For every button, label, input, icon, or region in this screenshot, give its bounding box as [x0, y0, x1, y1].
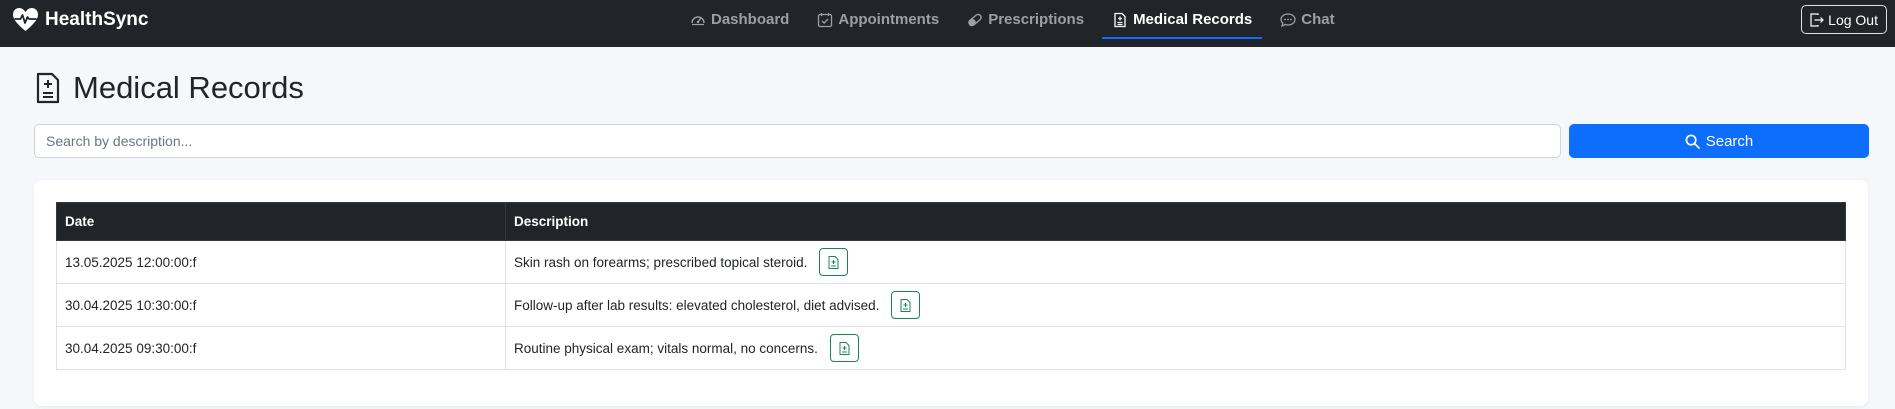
top-navbar: HealthSync Dashboard Appointments Prescr…	[0, 0, 1895, 47]
nav-label: Appointments	[838, 11, 940, 28]
nav-item-chat[interactable]: Chat	[1270, 0, 1344, 39]
record-date: 13.05.2025 12:00:00:f	[56, 240, 506, 284]
capsule-icon	[968, 13, 982, 26]
nav-item-medical-records[interactable]: Medical Records	[1102, 0, 1263, 39]
nav-item-dashboard[interactable]: Dashboard	[680, 0, 799, 39]
page-title: Medical Records	[73, 70, 304, 105]
record-date: 30.04.2025 10:30:00:f	[56, 283, 506, 327]
nav-label: Chat	[1301, 11, 1335, 28]
records-card: Date Description 13.05.2025 12:00:00:f S…	[34, 180, 1868, 406]
view-document-button[interactable]	[829, 334, 859, 362]
nav-label: Medical Records	[1133, 11, 1253, 28]
page-header: Medical Records	[35, 70, 304, 106]
table-row: 13.05.2025 12:00:00:f Skin rash on forea…	[56, 240, 1846, 284]
record-description: Skin rash on forearms; prescribed topica…	[514, 254, 808, 270]
brand[interactable]: HealthSync	[12, 0, 148, 39]
logout-label: Log Out	[1828, 11, 1878, 28]
records-table: Date Description 13.05.2025 12:00:00:f S…	[56, 202, 1846, 370]
heart-pulse-icon	[13, 8, 38, 31]
nav-label: Prescriptions	[988, 11, 1085, 28]
search-button[interactable]: Search	[1569, 124, 1869, 158]
file-medical-icon	[36, 72, 60, 104]
nav-label: Dashboard	[711, 11, 790, 28]
table-row: 30.04.2025 09:30:00:f Routine physical e…	[56, 326, 1846, 370]
search-input[interactable]	[34, 124, 1561, 158]
calendar-check-icon	[818, 12, 833, 27]
record-description-cell: Skin rash on forearms; prescribed topica…	[505, 240, 1846, 284]
file-medical-icon	[900, 298, 911, 312]
logout-button[interactable]: Log Out	[1801, 5, 1887, 34]
file-medical-icon	[828, 255, 839, 269]
record-description-cell: Routine physical exam; vitals normal, no…	[505, 326, 1846, 370]
search-icon	[1685, 134, 1700, 149]
record-description: Routine physical exam; vitals normal, no…	[514, 340, 818, 356]
nav-item-appointments[interactable]: Appointments	[807, 0, 949, 39]
record-date: 30.04.2025 09:30:00:f	[56, 326, 506, 370]
chat-dots-icon	[1280, 12, 1296, 27]
brand-label: HealthSync	[45, 8, 149, 30]
view-document-button[interactable]	[891, 291, 921, 319]
search-bar: Search	[34, 124, 1869, 158]
table-header-row: Date Description	[56, 202, 1846, 241]
speedometer-icon	[691, 15, 705, 25]
file-medical-icon	[839, 341, 850, 355]
table-row: 30.04.2025 10:30:00:f Follow-up after la…	[56, 283, 1846, 327]
record-description: Follow-up after lab results: elevated ch…	[514, 297, 880, 313]
file-medical-icon	[1114, 12, 1126, 27]
record-description-cell: Follow-up after lab results: elevated ch…	[505, 283, 1846, 327]
column-header-date: Date	[56, 202, 506, 241]
nav-item-prescriptions[interactable]: Prescriptions	[957, 0, 1094, 39]
search-button-label: Search	[1705, 132, 1754, 150]
view-document-button[interactable]	[819, 248, 849, 276]
nav-links: Dashboard Appointments Prescriptions Med…	[680, 0, 1353, 39]
box-arrow-right-icon	[1810, 12, 1825, 27]
column-header-description: Description	[505, 202, 1846, 241]
